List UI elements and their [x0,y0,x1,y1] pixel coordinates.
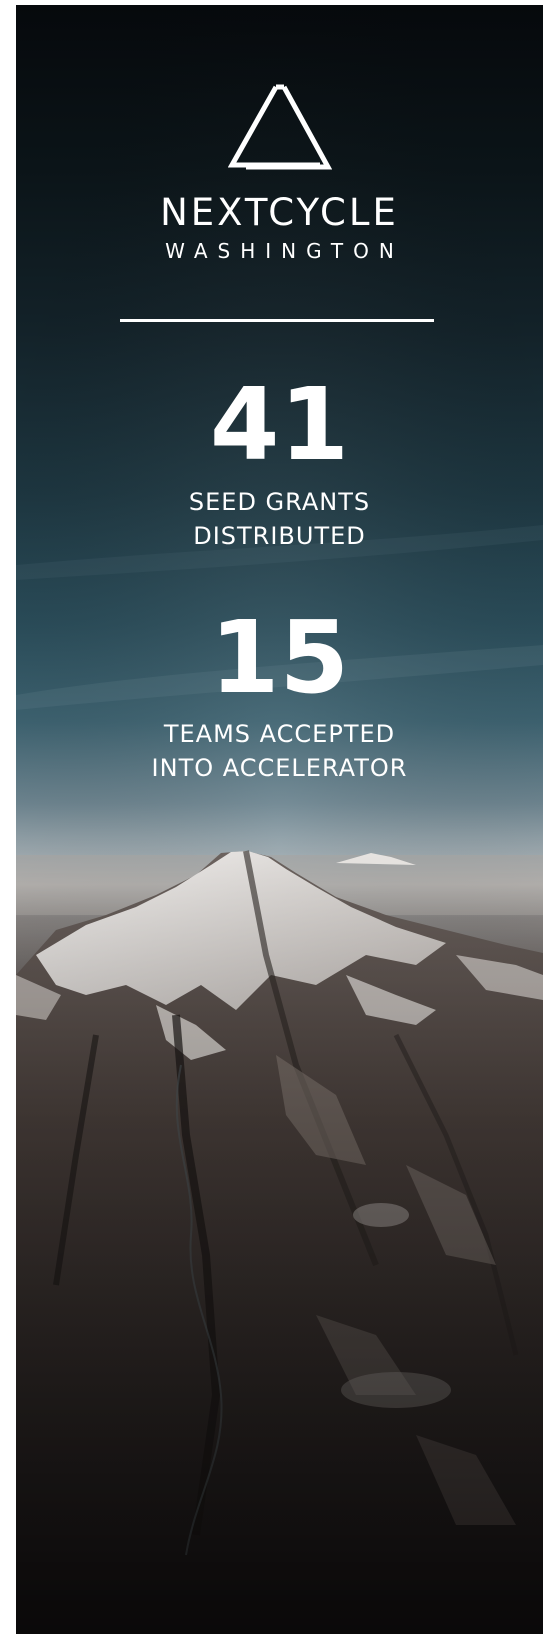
logo [16,83,543,177]
brand-name: NEXTCYCLE [160,191,399,234]
stat-label-teams-accepted: TEAMS ACCEPTED INTO ACCELERATOR [16,717,543,785]
stat-label-line: INTO ACCELERATOR [151,754,408,782]
stat-label-line: DISTRIBUTED [193,522,366,550]
stat-number-seed-grants: 41 [209,366,350,483]
stat-label-line: TEAMS ACCEPTED [163,720,396,748]
stat-label-line: SEED GRANTS [188,488,371,516]
brand-subtitle: WASHINGTON [165,239,404,263]
stat-number-teams-accepted: 15 [209,599,350,716]
mountain-range-image [16,835,543,1634]
divider [120,319,434,322]
stat-label-seed-grants: SEED GRANTS DISTRIBUTED [16,485,543,553]
infographic-banner: NEXTCYCLE WASHINGTON 41 SEED GRANTS DIST… [16,5,543,1634]
triangle-logo-icon [227,84,332,170]
